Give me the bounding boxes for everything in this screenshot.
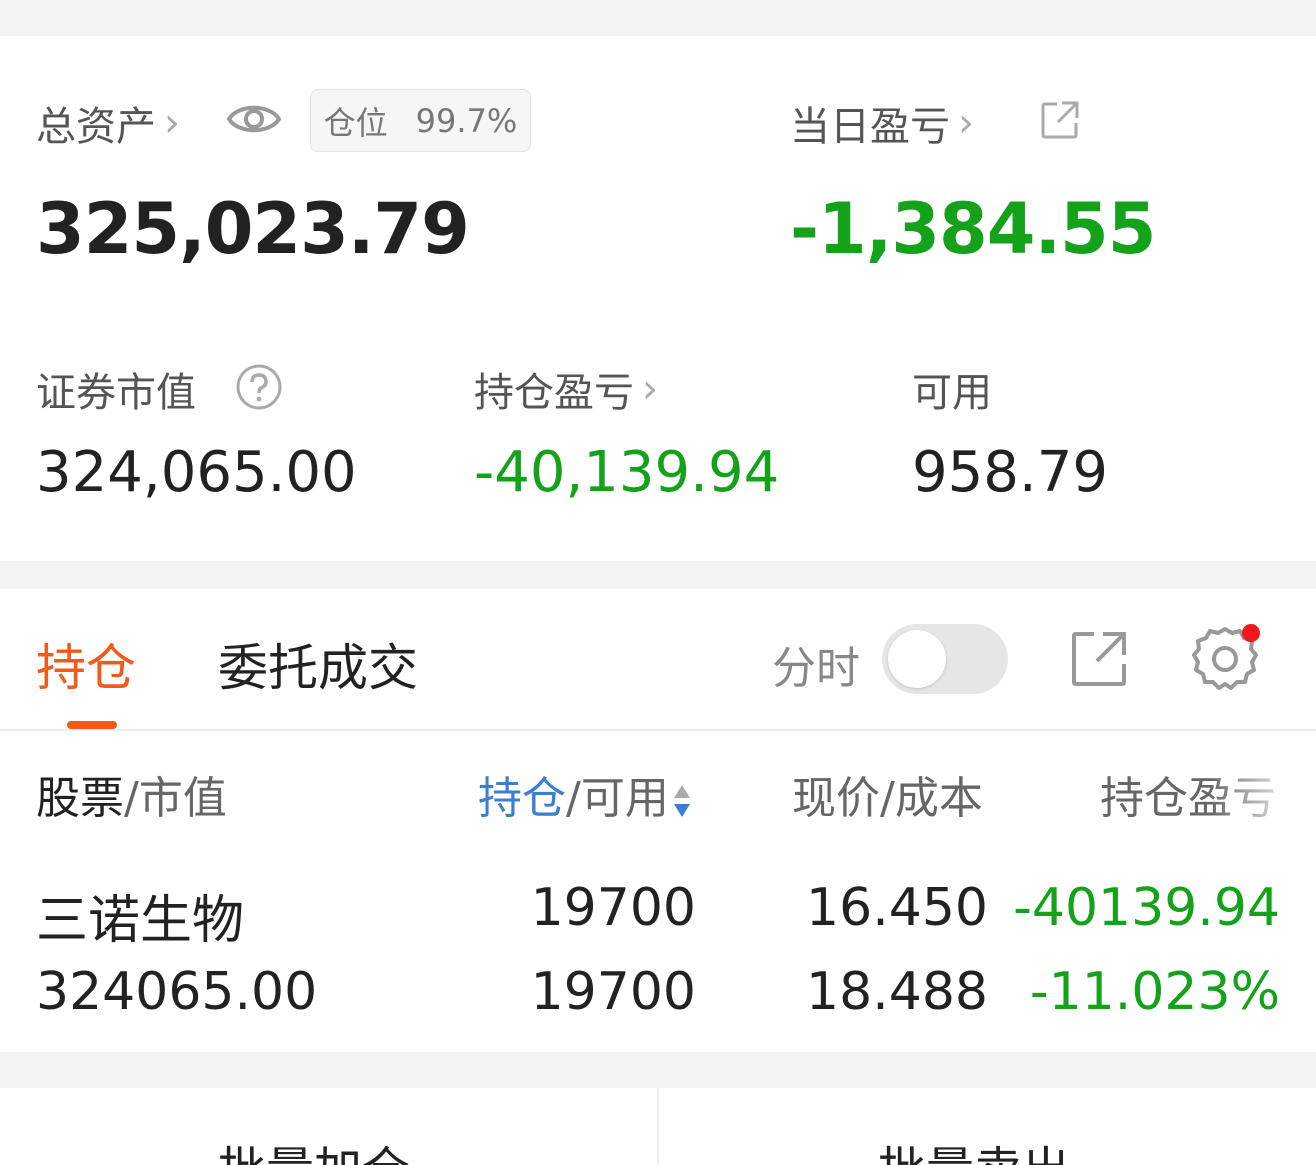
available-label-wrap: 可用	[912, 360, 992, 418]
section-spacer	[0, 561, 1316, 589]
cost-price: 18.488	[806, 962, 988, 1022]
daily-pnl-link[interactable]: 当日盈亏 ›	[790, 94, 974, 152]
header-position-label: 持仓	[478, 773, 566, 824]
row-pnl: -40139.94	[1013, 878, 1280, 938]
intraday-label: 分时	[772, 643, 860, 694]
row-pnl-pct: -11.023%	[1029, 962, 1280, 1022]
header-stock: 股票/市值	[36, 762, 227, 826]
chevron-right-icon: ›	[642, 366, 658, 412]
market-value: 324,065.00	[36, 440, 357, 505]
intraday-toggle[interactable]	[882, 624, 1008, 694]
header-stock-label: 股票	[36, 773, 124, 824]
holding-pnl-link[interactable]: 持仓盈亏 ›	[474, 360, 658, 418]
tab-divider	[0, 729, 1316, 731]
action-divider	[657, 1088, 659, 1165]
section-spacer-bottom	[0, 1052, 1316, 1088]
chevron-right-icon: ›	[164, 100, 180, 146]
tab-holdings[interactable]: 持仓	[36, 628, 136, 700]
tab-orders[interactable]: 委托成交	[218, 628, 418, 700]
available-value: 958.79	[912, 440, 1108, 505]
chevron-right-icon: ›	[958, 100, 974, 146]
position-value: 99.7%	[415, 101, 518, 140]
header-fade	[1210, 760, 1316, 820]
stock-name: 三诺生物	[36, 891, 245, 951]
market-value-label-wrap: 证券市值	[36, 360, 196, 418]
total-assets-value: 325,023.79	[36, 188, 470, 270]
toggle-knob	[888, 630, 946, 688]
total-assets-label: 总资产	[36, 104, 156, 150]
help-icon[interactable]	[235, 363, 283, 411]
total-assets-link[interactable]: 总资产 ›	[36, 94, 180, 152]
current-price: 16.450	[806, 878, 988, 938]
position-qty: 19700	[530, 878, 696, 938]
batch-add-button[interactable]: 批量加仓	[218, 1130, 410, 1165]
header-price: 现价/成本	[792, 773, 983, 824]
daily-pnl-value: -1,384.55	[790, 188, 1156, 270]
open-external-icon[interactable]	[1070, 630, 1128, 688]
header-position-sub: /可用	[566, 773, 669, 824]
holding-pnl-label: 持仓盈亏	[474, 370, 634, 416]
eye-icon[interactable]	[226, 96, 282, 142]
sort-icon	[673, 785, 690, 817]
share-icon[interactable]	[1040, 100, 1080, 140]
market-value-label: 证券市值	[36, 370, 196, 416]
available-qty: 19700	[530, 962, 696, 1022]
batch-sell-button[interactable]: 批量卖出	[878, 1130, 1070, 1165]
active-tab-indicator	[67, 721, 117, 729]
header-stock-sub: /市值	[124, 773, 227, 824]
position-label: 仓位	[323, 103, 388, 142]
holding-pnl-value: -40,139.94	[474, 440, 780, 505]
daily-pnl-label: 当日盈亏	[790, 104, 950, 150]
notification-dot	[1242, 624, 1260, 642]
stock-market-value: 324065.00	[36, 962, 318, 1022]
top-spacer	[0, 0, 1316, 36]
header-position-sort[interactable]: 持仓/可用	[478, 762, 693, 826]
available-label: 可用	[912, 370, 992, 416]
position-ratio-badge: 仓位 99.7%	[310, 89, 531, 152]
